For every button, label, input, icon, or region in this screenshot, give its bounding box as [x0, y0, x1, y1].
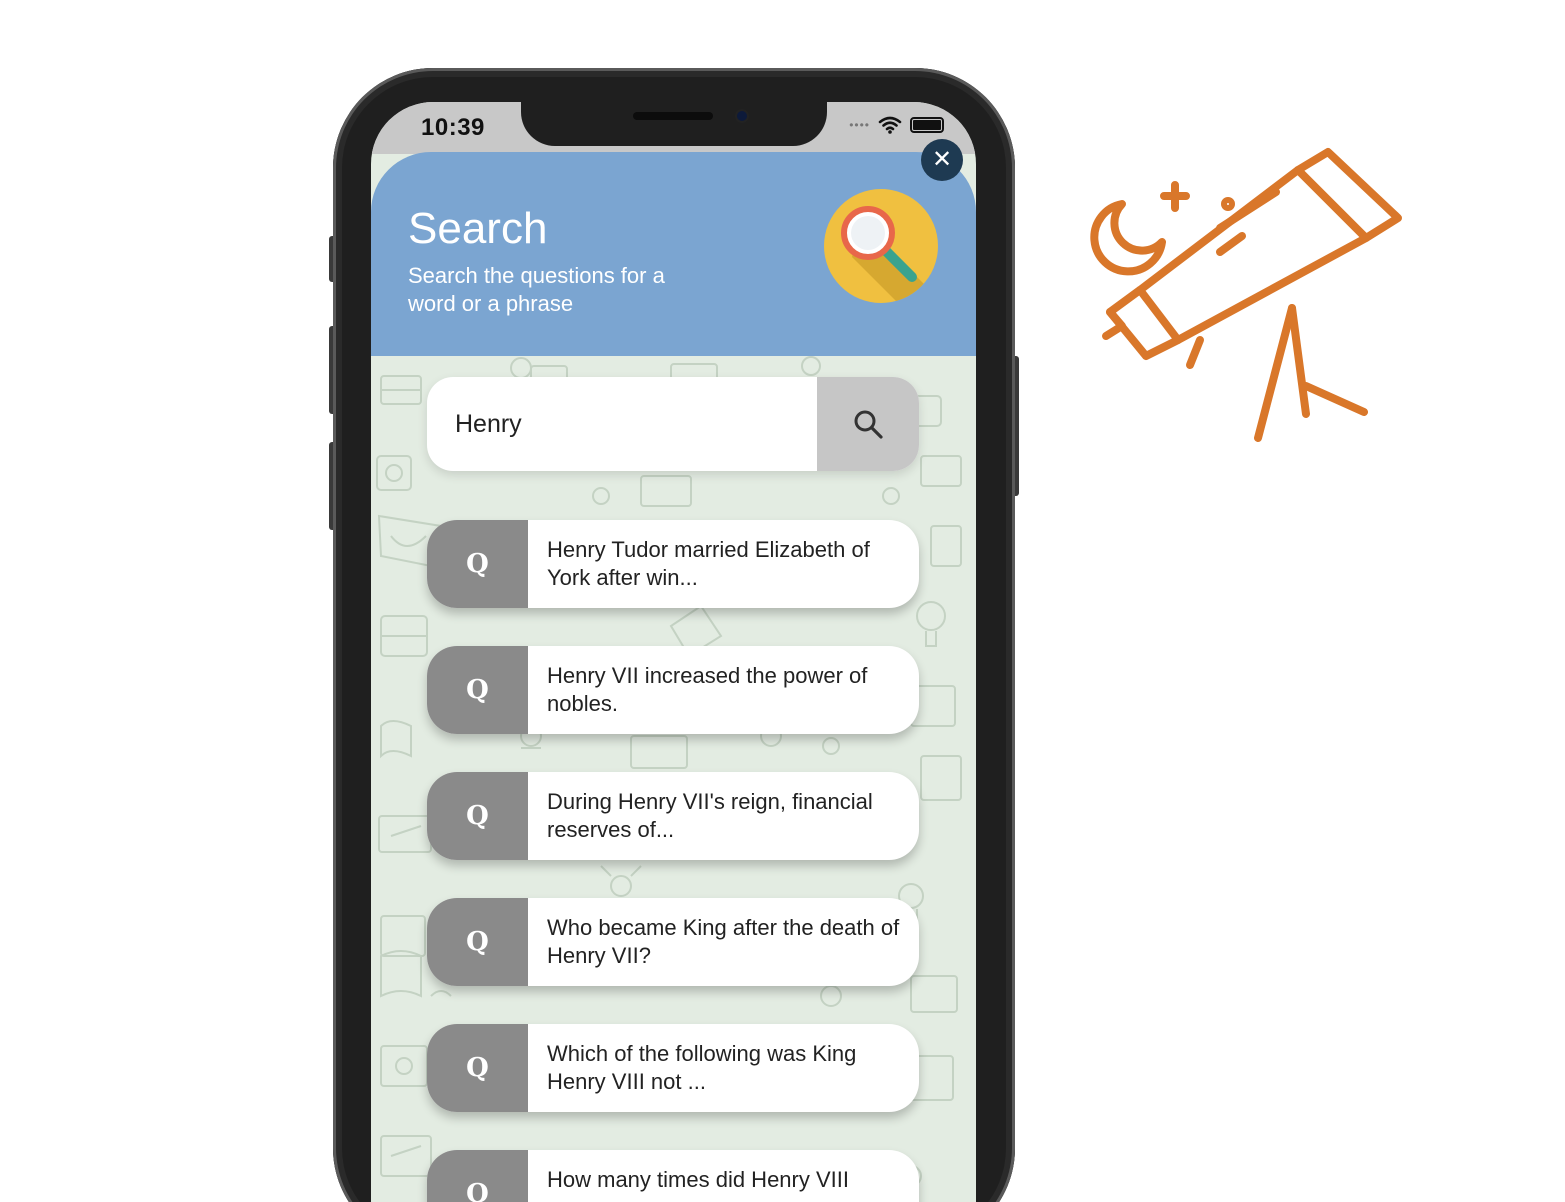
search-icon [854, 410, 883, 439]
status-icons: •••• [849, 116, 944, 134]
result-text: Henry VII increased the power of nobles. [547, 663, 868, 716]
question-badge: Q [427, 1150, 528, 1202]
status-bar: 10:39 •••• [371, 102, 976, 154]
result-text: Who became King after the death of Henry… [547, 915, 900, 968]
phone-screen: 10:39 •••• Search Search the questions f… [371, 102, 976, 1202]
search-bar [427, 377, 919, 471]
result-text: Which of the following was King Henry VI… [547, 1041, 857, 1094]
question-badge: Q [427, 772, 528, 860]
result-item[interactable]: Q Which of the following was King Henry … [427, 1024, 919, 1112]
modal-header: Search Search the questions for a word o… [371, 152, 976, 356]
notch [521, 102, 827, 146]
result-item[interactable]: Q Who became King after the death of Hen… [427, 898, 919, 986]
result-item[interactable]: Q Henry VII increased the power of noble… [427, 646, 919, 734]
result-item[interactable]: Q During Henry VII's reign, financial re… [427, 772, 919, 860]
battery-icon [910, 117, 944, 133]
wifi-icon [878, 116, 902, 134]
modal-title: Search [408, 204, 548, 253]
close-button[interactable]: ✕ [921, 139, 963, 181]
signal-icon: •••• [849, 118, 870, 132]
status-time: 10:39 [421, 114, 485, 141]
result-text: During Henry VII's reign, financial rese… [547, 789, 873, 842]
telescope-icon [1090, 148, 1402, 442]
search-button[interactable] [817, 377, 919, 471]
result-text: How many times did Henry VIII [547, 1167, 849, 1192]
magnifier-icon [824, 189, 938, 303]
speaker [633, 112, 713, 120]
question-badge: Q [427, 1024, 528, 1112]
result-item[interactable]: Q Henry Tudor married Elizabeth of York … [427, 520, 919, 608]
search-input[interactable] [427, 377, 817, 471]
question-badge: Q [427, 520, 528, 608]
question-badge: Q [427, 646, 528, 734]
result-item[interactable]: Q How many times did Henry VIII [427, 1150, 919, 1202]
camera [735, 109, 749, 123]
modal-subtitle: Search the questions for a word or a phr… [408, 263, 665, 316]
close-icon: ✕ [931, 146, 953, 173]
result-text: Henry Tudor married Elizabeth of York af… [547, 537, 870, 590]
question-badge: Q [427, 898, 528, 986]
